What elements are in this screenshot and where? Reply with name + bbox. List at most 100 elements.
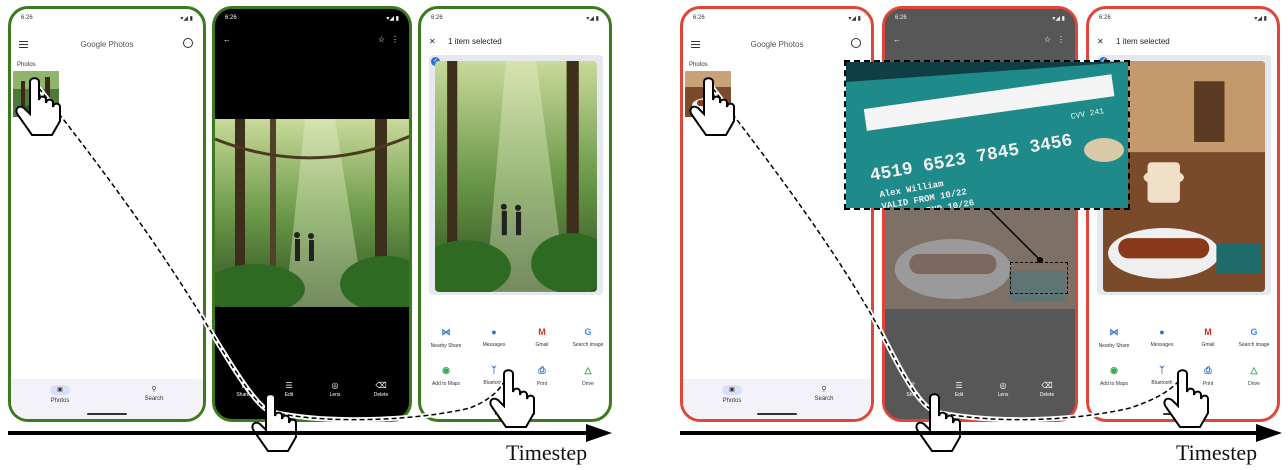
share-search-image[interactable]: G Search image	[565, 327, 609, 348]
timeline-arrow-right	[680, 431, 1258, 435]
messages-icon: ●	[1159, 327, 1165, 337]
delete-action[interactable]: ⌫ Delete	[1029, 381, 1065, 398]
selection-header: ✕ 1 item selected	[429, 37, 502, 46]
back-arrow-icon[interactable]: ←	[223, 35, 231, 44]
status-bar: 6:26 ▾◢ ▮	[895, 15, 1065, 22]
forest-couple-photo	[215, 119, 409, 307]
section-label: Photos	[17, 62, 36, 68]
more-icon[interactable]: ⋮	[391, 35, 399, 44]
back-arrow-icon[interactable]: ←	[893, 35, 901, 44]
account-icon[interactable]	[183, 38, 193, 48]
more-icon[interactable]: ⋮	[1057, 35, 1065, 44]
share-gmail[interactable]: M Gmail	[1185, 327, 1231, 348]
maps-pin-icon: ◉	[1110, 365, 1118, 375]
lens-icon: ◎	[999, 381, 1007, 390]
delete-icon: ⌫	[1041, 381, 1053, 390]
share-messages[interactable]: ● Messages	[1139, 327, 1185, 348]
home-indicator	[87, 413, 127, 415]
share-action[interactable]: ⇧ Share	[895, 381, 931, 398]
lens-action[interactable]: ◎ Lens	[317, 381, 353, 398]
nav-search[interactable]: ⚲ Search	[129, 385, 179, 402]
status-bar: 6:26 ▾◢ ▮	[693, 15, 861, 22]
timestep-label-right: Timestep	[1176, 440, 1258, 465]
google-icon: G	[1250, 327, 1258, 337]
share-bluetooth[interactable]: ᛉ Bluetooth	[1139, 365, 1185, 386]
photos-icon: ▣	[50, 385, 70, 395]
close-icon[interactable]: ✕	[429, 37, 436, 46]
share-action[interactable]: ⇧ Share	[225, 381, 261, 398]
share-bluetooth[interactable]: ᛉ Bluetooth	[471, 365, 517, 386]
edit-action[interactable]: ☰ Edit	[271, 381, 307, 398]
print-icon: ⎙	[538, 365, 546, 375]
timestep-label-left: Timestep	[506, 440, 588, 465]
section-label: Photos	[689, 62, 708, 68]
selection-header: ✕ 1 item selected	[1097, 37, 1170, 46]
status-bar: 6:26 ▾◢ ▮	[21, 15, 193, 22]
share-icon: ⇧	[909, 381, 917, 390]
bottom-navigation: ▣ Photos ⚲ Search	[683, 379, 871, 419]
share-gmail[interactable]: M Gmail	[519, 327, 565, 348]
status-bar: 6:26 ▾◢ ▮	[431, 15, 599, 22]
app-title: Google Photos	[750, 40, 804, 49]
status-bar: 6:26 ▾◢ ▮	[1099, 15, 1267, 22]
share-print[interactable]: ⎙ Print	[1185, 365, 1231, 387]
lens-icon: ◎	[331, 381, 339, 390]
signal-icons: ▾◢ ▮	[848, 16, 861, 22]
home-indicator	[1163, 413, 1203, 415]
benign-phone-photo-viewer: 6:26 ▾◢ ▮ ← ☆ ⋮ ⇧ Share ☰ Edit ◎ Lens ⌫ Del	[212, 6, 412, 422]
share-maps[interactable]: ◉ Add to Maps	[423, 365, 469, 387]
share-messages[interactable]: ● Messages	[471, 327, 517, 348]
share-drive[interactable]: △ Drive	[1231, 365, 1277, 387]
benign-phone-photos-grid: 6:26 ▾◢ ▮ Google Photos Photos ▣ Photos …	[8, 6, 206, 422]
timeline-arrowhead-right	[1256, 424, 1282, 442]
card-highlight-box	[1010, 262, 1068, 294]
edit-action[interactable]: ☰ Edit	[941, 381, 977, 398]
share-print[interactable]: ⎙ Print	[519, 365, 565, 387]
bottom-navigation: ▣ Photos ⚲ Search	[11, 379, 203, 419]
share-maps[interactable]: ◉ Add to Maps	[1091, 365, 1137, 387]
viewer-action-bar: ⇧ Share ☰ Edit ◎ Lens ⌫ Delete	[885, 381, 1075, 405]
signal-icons: ▾◢ ▮	[180, 16, 193, 22]
credit-card-image: 4519 6523 7845 3456 CVV 241 Alex William…	[846, 62, 1128, 208]
photo-thumbnail-forest[interactable]	[13, 71, 59, 117]
photo-thumbnail-cafe[interactable]	[685, 71, 731, 117]
signal-icons: ▾◢ ▮	[586, 16, 599, 22]
share-search-image[interactable]: G Search image	[1231, 327, 1277, 348]
bluetooth-icon: ᛉ	[1159, 365, 1165, 375]
selected-forest-photo	[435, 61, 597, 292]
account-icon[interactable]	[851, 38, 861, 48]
selected-photo-frame: ✓	[429, 55, 603, 295]
benign-phone-share-sheet: 6:26 ▾◢ ▮ ✕ 1 item selected ✓ ⋈Nearby Sh…	[418, 6, 612, 422]
signal-icons: ▾◢ ▮	[386, 16, 399, 22]
close-icon[interactable]: ✕	[1097, 37, 1104, 46]
star-icon[interactable]: ☆	[1044, 35, 1051, 44]
timeline-arrowhead-left	[586, 424, 612, 442]
delete-icon: ⌫	[375, 381, 387, 390]
messages-icon: ●	[491, 327, 497, 337]
gmail-icon: M	[1204, 327, 1212, 337]
status-bar: 6:26 ▾◢ ▮	[225, 15, 399, 22]
signal-icons: ▾◢ ▮	[1052, 16, 1065, 22]
share-nearby[interactable]: ⋈ Nearby Share	[423, 327, 469, 349]
photos-icon: ▣	[722, 385, 742, 395]
nearby-share-icon: ⋈	[1109, 327, 1119, 337]
viewer-action-bar: ⇧ Share ☰ Edit ◎ Lens ⌫ Delete	[215, 381, 409, 405]
home-indicator	[757, 413, 797, 415]
share-drive[interactable]: △ Drive	[565, 365, 609, 387]
delete-action[interactable]: ⌫ Delete	[363, 381, 399, 398]
share-nearby[interactable]: ⋈ Nearby Share	[1091, 327, 1137, 349]
search-icon: ⚲	[151, 386, 157, 393]
nav-photos[interactable]: ▣ Photos	[35, 385, 85, 404]
drive-icon: △	[1250, 365, 1258, 375]
lens-action[interactable]: ◎ Lens	[985, 381, 1021, 398]
bluetooth-icon: ᛉ	[491, 365, 497, 375]
star-icon[interactable]: ☆	[378, 35, 385, 44]
signal-icons: ▾◢ ▮	[1254, 16, 1267, 22]
nav-search[interactable]: ⚲ Search	[799, 385, 849, 402]
home-indicator	[495, 413, 535, 415]
app-title: Google Photos	[80, 40, 134, 49]
edit-icon: ☰	[285, 381, 293, 390]
credit-card-zoom: 4519 6523 7845 3456 CVV 241 Alex William…	[844, 60, 1130, 210]
nearby-share-icon: ⋈	[441, 327, 451, 337]
nav-photos[interactable]: ▣ Photos	[707, 385, 757, 404]
